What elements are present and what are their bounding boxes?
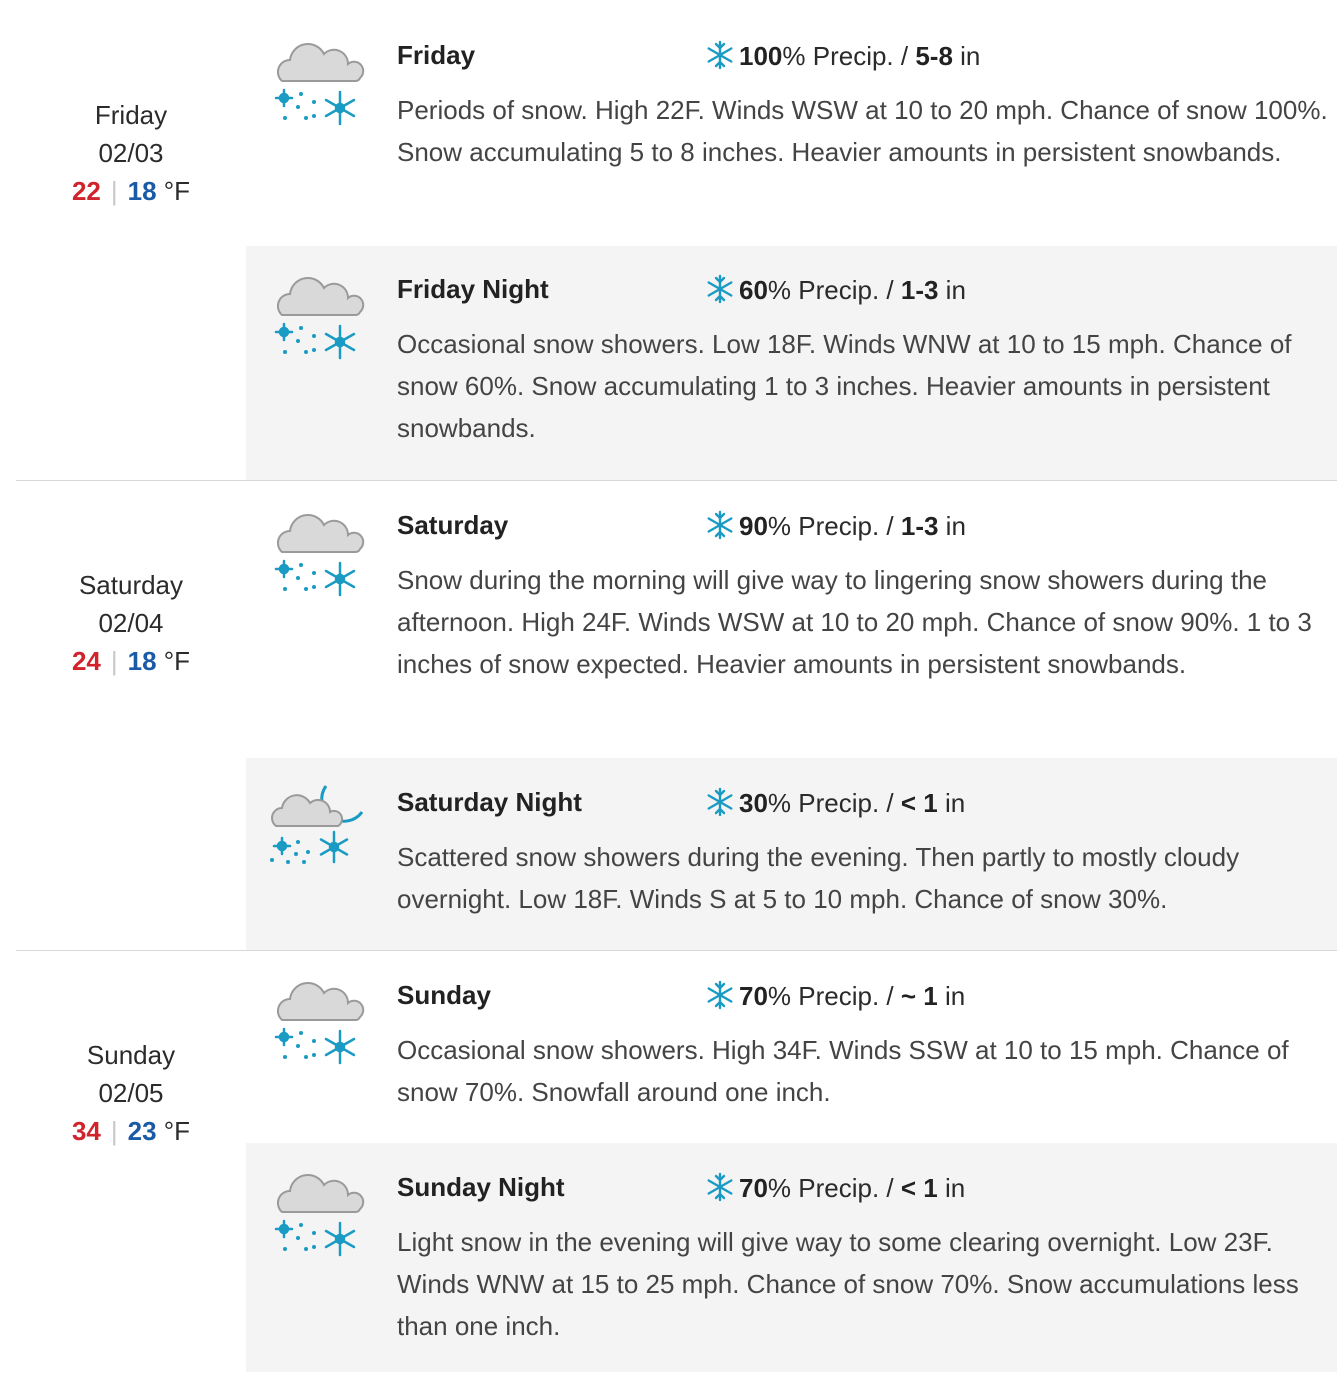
precip-label: % Precip. /: [767, 275, 901, 305]
snowflake-icon: [707, 40, 733, 70]
temperature-range: 34 | 23 °F: [16, 1112, 246, 1150]
period-title: Saturday Night: [397, 787, 582, 817]
temp-divider: |: [110, 176, 118, 206]
period-night: Friday Night 60% Precip. / 1-3 in Occasi…: [246, 246, 1337, 480]
temp-unit: °F: [163, 1116, 191, 1146]
precip-label: % Precip. /: [782, 41, 916, 71]
precip-label: % Precip. /: [767, 511, 901, 541]
date-label: 02/05: [98, 1078, 164, 1108]
amount-unit: in: [937, 788, 966, 818]
forecast-narrative: Light snow in the evening will give way …: [397, 1227, 1299, 1341]
period-night: Sunday Night 70% Precip. / < 1 in Light …: [246, 1143, 1337, 1372]
snowflake-icon: [707, 980, 733, 1010]
forecast-day-sunday: Sunday 02/05 34 | 23 °F Sunday 70% Precip.: [0, 951, 1337, 1373]
forecast-day-friday: Friday 02/03 22 | 18 °F Friday 100% Precip…: [0, 0, 1337, 480]
period-title: Sunday Night: [397, 1172, 565, 1202]
low-temp: 23: [127, 1116, 157, 1146]
precip-label: % Precip. /: [767, 788, 901, 818]
precip-percent: 70: [739, 981, 768, 1011]
forecast-narrative: Periods of snow. High 22F. Winds WSW at …: [397, 95, 1328, 167]
precip-label: % Precip. /: [767, 981, 901, 1011]
temperature-range: 24 | 18 °F: [16, 642, 246, 680]
precip-percent: 30: [739, 788, 768, 818]
amount-unit: in: [937, 1173, 966, 1203]
snow-amount: 1-3: [900, 511, 939, 541]
date-column: Saturday 02/04 24 | 18 °F: [16, 566, 246, 680]
forecast-narrative: Scattered snow showers during the evenin…: [397, 842, 1240, 914]
precip-summary: 100% Precip. / 5-8 in: [705, 40, 980, 71]
weekday-label: Friday: [94, 100, 168, 130]
temp-divider: |: [110, 1116, 118, 1146]
amount-unit: in: [937, 981, 966, 1011]
temp-unit: °F: [163, 176, 191, 206]
forecast-narrative: Snow during the morning will give way to…: [397, 565, 1312, 679]
period-night: Saturday Night 30% Precip. / < 1 in Scat…: [246, 758, 1337, 950]
precip-summary: 60% Precip. / 1-3 in: [705, 274, 966, 305]
date-column: Sunday 02/05 34 | 23 °F: [16, 1036, 246, 1150]
snow-amount: 5-8: [915, 41, 953, 71]
date-column: Friday 02/03 22 | 18 °F: [16, 96, 246, 210]
cloud-snow-icon: [268, 266, 368, 362]
period-day: Saturday 90% Precip. / 1-3 in Snow durin…: [246, 481, 1337, 758]
precip-percent: 90: [739, 511, 768, 541]
period-day: Sunday 70% Precip. / ~ 1 in Occasional s…: [246, 951, 1337, 1143]
snow-amount: < 1: [900, 788, 938, 818]
precip-percent: 70: [739, 1173, 768, 1203]
temperature-range: 22 | 18 °F: [16, 172, 246, 210]
weekday-label: Saturday: [78, 570, 184, 600]
snowflake-icon: [707, 274, 733, 304]
precip-percent: 60: [739, 275, 768, 305]
precip-percent: 100: [739, 41, 783, 71]
forecast-day-saturday: Saturday 02/04 24 | 18 °F Saturday 90% Pre…: [0, 481, 1337, 950]
period-title: Saturday: [397, 510, 509, 540]
precip-summary: 70% Precip. / < 1 in: [705, 1172, 965, 1203]
forecast-narrative: Occasional snow showers. High 34F. Winds…: [397, 1035, 1289, 1107]
snow-amount: < 1: [900, 1173, 938, 1203]
period-title: Sunday: [397, 980, 491, 1010]
high-temp: 22: [71, 176, 101, 206]
amount-unit: in: [938, 275, 966, 305]
moon-cloud-snow-icon: [268, 778, 368, 874]
amount-unit: in: [952, 41, 981, 71]
precip-summary: 30% Precip. / < 1 in: [705, 787, 965, 818]
forecast-narrative: Occasional snow showers. Low 18F. Winds …: [397, 329, 1292, 443]
snow-amount: 1-3: [900, 275, 939, 305]
precip-summary: 70% Precip. / ~ 1 in: [705, 980, 965, 1011]
low-temp: 18: [127, 176, 157, 206]
amount-unit: in: [938, 511, 966, 541]
temp-divider: |: [110, 646, 118, 676]
precip-summary: 90% Precip. / 1-3 in: [705, 510, 966, 541]
precip-label: % Precip. /: [767, 1173, 901, 1203]
temp-unit: °F: [163, 646, 191, 676]
weekday-label: Sunday: [86, 1040, 176, 1070]
snowflake-icon: [707, 1172, 733, 1202]
high-temp: 24: [71, 646, 101, 676]
high-temp: 34: [71, 1116, 101, 1146]
cloud-snow-icon: [268, 32, 368, 128]
period-day: Friday 100% Precip. / 5-8 in Periods of …: [246, 0, 1337, 246]
cloud-snow-icon: [268, 971, 368, 1067]
date-label: 02/03: [98, 138, 164, 168]
period-title: Friday: [397, 40, 476, 70]
cloud-snow-icon: [268, 503, 368, 599]
cloud-snow-icon: [268, 1163, 368, 1259]
period-title: Friday Night: [397, 274, 549, 304]
snowflake-icon: [707, 787, 733, 817]
date-label: 02/04: [98, 608, 164, 638]
snowflake-icon: [707, 510, 733, 540]
snow-amount: ~ 1: [900, 981, 938, 1011]
low-temp: 18: [127, 646, 157, 676]
